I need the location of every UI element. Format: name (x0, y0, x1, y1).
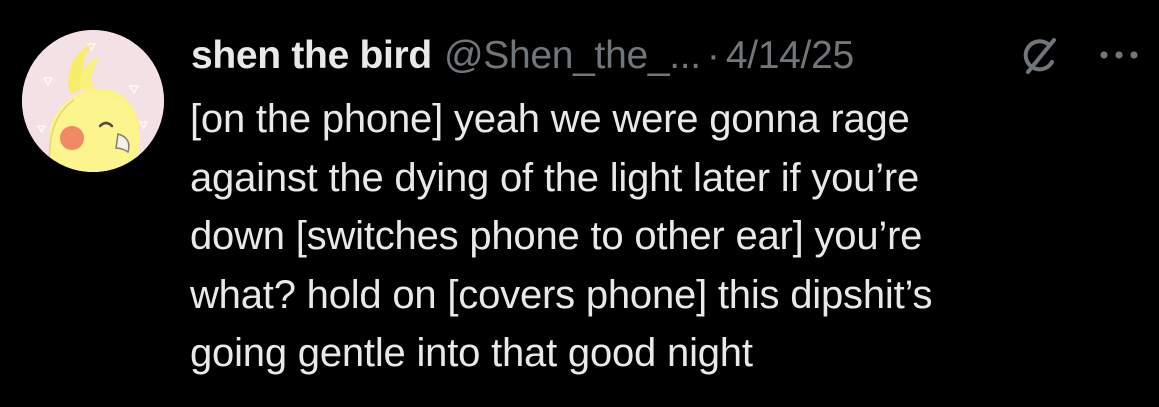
cockatiel-avatar-icon (22, 30, 164, 172)
tweet-text: [on the phone] yeah we were gonna rage a… (190, 97, 933, 376)
more-dots-icon[interactable] (1096, 42, 1142, 68)
tweet-header: shen the bird @Shen_the_... · 4/14/25 (191, 28, 854, 84)
tweet-date[interactable]: 4/14/25 (726, 28, 854, 84)
grok-icon[interactable] (1018, 34, 1062, 78)
author-handle[interactable]: @Shen_the_... (444, 28, 701, 84)
author-name[interactable]: shen the bird (191, 28, 432, 84)
avatar[interactable] (22, 30, 164, 172)
tweet: shen the bird @Shen_the_... · 4/14/25 [o… (0, 0, 1159, 407)
header-separator: · (706, 34, 720, 77)
